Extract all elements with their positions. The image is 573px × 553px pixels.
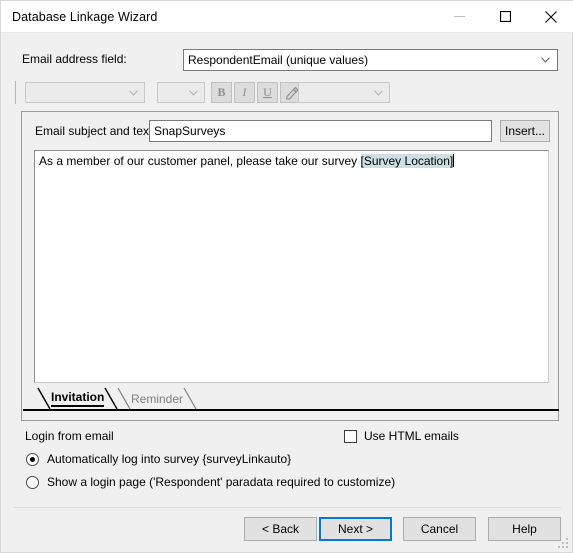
tab-invitation-label: Invitation: [51, 390, 105, 407]
chevron-down-icon: [374, 90, 383, 96]
paragraph-style-select[interactable]: [298, 82, 390, 103]
survey-location-token: [Survey Location]: [360, 154, 454, 168]
tab-slant-left-icon: [37, 387, 51, 410]
minimize-icon: [453, 16, 465, 17]
minimize-button[interactable]: [436, 1, 482, 32]
email-body-editor[interactable]: As a member of our customer panel, pleas…: [34, 150, 549, 383]
radio-auto-login-mark: [26, 452, 39, 466]
email-body-text: As a member of our customer panel, pleas…: [39, 154, 544, 169]
radio-show-login-page[interactable]: Show a login page ('Respondent' paradata…: [26, 475, 395, 489]
checkbox-use-html-emails-mark: [344, 429, 357, 443]
insert-button[interactable]: Insert...: [500, 120, 550, 142]
email-address-field-row: Email address field: RespondentEmail (un…: [1, 49, 572, 71]
underline-button[interactable]: U: [257, 82, 278, 103]
chevron-down-icon: [189, 90, 198, 96]
italic-button[interactable]: I: [234, 82, 255, 103]
dialog-content: Email address field: RespondentEmail (un…: [1, 33, 572, 552]
radio-auto-login[interactable]: Automatically log into survey {surveyLin…: [26, 452, 291, 466]
chevron-down-icon: [541, 57, 550, 63]
checkbox-use-html-emails-label: Use HTML emails: [364, 429, 459, 443]
formatting-toolbar: B I U: [15, 80, 558, 106]
tab-slant-left-icon: [117, 387, 131, 410]
email-subject-input[interactable]: SnapSurveys: [149, 120, 492, 142]
font-name-select[interactable]: [25, 82, 145, 103]
tab-slant-right-icon: [183, 387, 197, 410]
close-button[interactable]: [528, 1, 573, 32]
maximize-button[interactable]: [482, 1, 528, 32]
toolbar-separator: [15, 81, 16, 104]
window-title: Database Linkage Wizard: [12, 9, 158, 24]
window-controls: [436, 1, 573, 32]
email-address-field-label: Email address field:: [22, 52, 127, 66]
bold-button[interactable]: B: [211, 82, 232, 103]
tab-reminder-label: Reminder: [131, 391, 184, 406]
resize-grip[interactable]: [558, 538, 569, 549]
email-subject-label: Email subject and text:: [35, 124, 156, 138]
email-address-field-value: RespondentEmail (unique values): [188, 53, 369, 67]
next-button[interactable]: Next >: [319, 517, 392, 541]
tab-invitation[interactable]: Invitation: [37, 387, 118, 410]
maximize-icon: [499, 11, 511, 22]
message-panel: Email subject and text: SnapSurveys Inse…: [21, 111, 559, 421]
text-caret: [453, 154, 455, 167]
close-icon: [545, 10, 557, 23]
chevron-down-icon: [129, 90, 138, 96]
title-bar: Database Linkage Wizard: [1, 1, 573, 32]
tab-reminder[interactable]: Reminder: [117, 387, 197, 410]
radio-show-login-page-mark: [26, 475, 39, 489]
back-button[interactable]: < Back: [244, 517, 317, 541]
help-button[interactable]: Help: [488, 517, 561, 541]
message-tabs: Invitation Reminder: [23, 387, 559, 421]
login-from-email-label: Login from email: [25, 429, 114, 443]
cancel-button[interactable]: Cancel: [403, 517, 476, 541]
footer-divider: [13, 507, 561, 508]
font-size-select[interactable]: [157, 82, 205, 103]
email-body-text-plain: As a member of our customer panel, pleas…: [39, 154, 361, 168]
email-subject-value: SnapSurveys: [154, 124, 226, 138]
radio-show-login-page-label: Show a login page ('Respondent' paradata…: [47, 475, 396, 489]
radio-auto-login-label: Automatically log into survey {surveyLin…: [47, 452, 292, 466]
dialog-window: Database Linkage Wizard Email address fi…: [0, 0, 573, 553]
email-address-field-select[interactable]: RespondentEmail (unique values): [183, 49, 558, 71]
checkbox-use-html-emails[interactable]: Use HTML emails: [344, 429, 459, 443]
